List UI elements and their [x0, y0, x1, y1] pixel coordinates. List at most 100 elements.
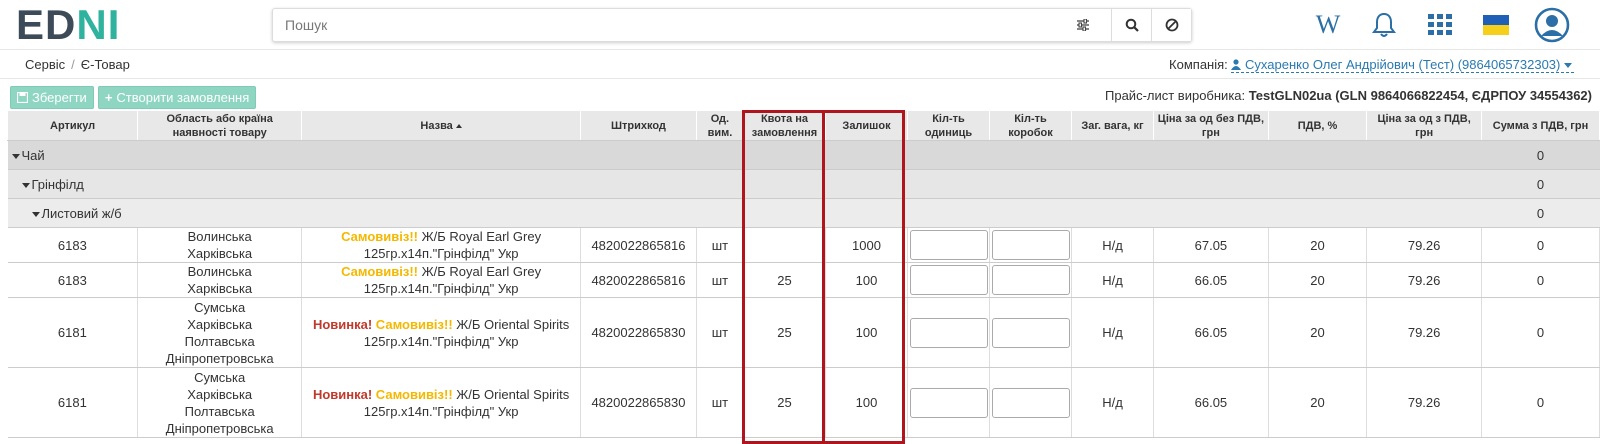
column-header-vat[interactable]: ПДВ, %	[1267, 110, 1368, 141]
tag-pickup: Самовивіз!!	[375, 386, 453, 402]
cell-weight: Н/д	[1071, 227, 1154, 263]
cell-sum-vat: 0	[1481, 262, 1600, 298]
wikipedia-button[interactable]: W	[1310, 7, 1346, 43]
cell-weight: Н/д	[1071, 297, 1154, 368]
cell-barcode: 4820022865816	[580, 227, 697, 263]
cell-quota	[743, 227, 826, 263]
group-row-subcategory[interactable]: Листовий ж/б 0	[7, 198, 1600, 228]
cell-unit-qty	[907, 297, 990, 368]
cell-price-vat: 79.26	[1366, 297, 1483, 368]
column-header-price-vat[interactable]: Ціна за од з ПДВ, грн	[1366, 110, 1483, 141]
filter-settings-button[interactable]	[1055, 9, 1111, 41]
unit-qty-input[interactable]	[910, 230, 988, 260]
product-name-line1: Самовивіз!! Ж/Б Royal Earl Grey	[304, 228, 578, 245]
breadcrumb-item-e-tovar[interactable]: Є-Товар	[81, 57, 130, 72]
pricelist-value: TestGLN02ua (GLN 9864066822454, ЄДРПОУ 3…	[1248, 88, 1592, 103]
top-header: EDNІ Пошук W	[0, 0, 1600, 50]
group-sum: 0	[1481, 169, 1600, 199]
save-button[interactable]: Зберегти	[10, 86, 94, 109]
search-input[interactable]	[273, 9, 1055, 41]
box-qty-input[interactable]	[992, 265, 1070, 295]
column-header-sum-vat[interactable]: Сумма з ПДВ, грн	[1481, 110, 1600, 141]
cell-price-vat: 79.26	[1366, 262, 1483, 298]
cell-vat: 20	[1268, 367, 1368, 438]
region-line: Харківська	[187, 386, 253, 402]
product-name-text: Ж/Б Royal Earl Grey	[417, 229, 542, 244]
column-header-weight[interactable]: Заг. вага, кг	[1071, 110, 1154, 141]
caret-down-icon	[11, 153, 20, 159]
unit-qty-input[interactable]	[910, 317, 988, 348]
tag-pickup: Самовивіз!!	[375, 316, 453, 332]
search-icon	[1125, 18, 1139, 32]
cell-unit-qty	[907, 367, 990, 438]
region-line: Харківська	[187, 316, 253, 332]
logo-text-left: ED	[16, 1, 77, 48]
cell-sum-vat: 0	[1481, 367, 1600, 438]
unit-qty-input[interactable]	[910, 265, 988, 295]
box-qty-input[interactable]	[992, 317, 1070, 348]
group-label: Чай	[21, 147, 45, 163]
region-line: Сумська	[194, 299, 246, 315]
cell-sku: 6183	[7, 262, 139, 298]
cell-region: Волинська Харківська	[137, 227, 303, 263]
column-header-quota[interactable]: Квота на замовлення	[743, 110, 826, 141]
cell-box-qty	[989, 367, 1072, 438]
cell-barcode: 4820022865830	[580, 297, 697, 368]
cell-price-no-vat: 66.05	[1153, 367, 1269, 438]
caret-down-icon	[31, 211, 40, 217]
product-name-line1: Новинка! Самовивіз!! Ж/Б Oriental Spirit…	[304, 316, 578, 333]
save-icon	[17, 92, 28, 103]
cell-vat: 20	[1268, 262, 1368, 298]
cell-box-qty	[989, 297, 1072, 368]
table-row: 6181 Сумська Харківська Полтавська Дніпр…	[7, 367, 1600, 438]
products-table: Артикул Область або країна наявності тов…	[6, 110, 1600, 438]
header-icon-bar: W	[1310, 6, 1570, 44]
table-row: 6181 Сумська Харківська Полтавська Дніпр…	[7, 297, 1600, 368]
cell-unit-qty	[907, 227, 990, 263]
column-header-stock[interactable]: Залишок	[825, 110, 908, 141]
column-header-box-qty[interactable]: Кіл-ть коробок	[989, 110, 1072, 141]
column-header-sku[interactable]: Артикул	[6, 110, 139, 141]
search-button[interactable]	[1111, 9, 1151, 41]
product-name-line1: Новинка! Самовивіз!! Ж/Б Oriental Spirit…	[304, 386, 578, 403]
box-qty-input[interactable]	[992, 387, 1070, 418]
create-order-button[interactable]: + Створити замовлення	[97, 86, 257, 109]
group-row-category[interactable]: Чай 0	[7, 140, 1600, 170]
cell-box-qty	[989, 227, 1072, 263]
cell-weight: Н/д	[1071, 262, 1154, 298]
action-toolbar: Зберегти + Створити замовлення	[10, 86, 257, 109]
breadcrumb-item-service[interactable]: Сервіс	[25, 57, 65, 72]
column-header-unit[interactable]: Од. вим.	[695, 110, 745, 141]
column-header-price-no-vat[interactable]: Ціна за од без ПДВ, грн	[1153, 110, 1269, 141]
cell-price-no-vat: 67.05	[1153, 227, 1269, 263]
apps-menu-button[interactable]	[1422, 7, 1458, 43]
company-dropdown[interactable]: Сухаренко Олег Андрійович (Тест) (986406…	[1231, 57, 1574, 73]
table-row: 6183 Волинська Харківська Самовивіз!! Ж/…	[7, 227, 1600, 263]
logo-text-right: NІ	[76, 1, 121, 48]
product-name-line2: 125гр.х14п."Грінфілд" Укр	[363, 333, 519, 349]
svg-text:W: W	[1316, 13, 1341, 37]
table-row: 6183 Волинська Харківська Самовивіз!! Ж/…	[7, 262, 1600, 298]
apps-grid-icon	[1428, 14, 1452, 35]
cell-sku: 6181	[7, 367, 139, 438]
search-bar	[272, 8, 1192, 42]
language-button[interactable]	[1478, 7, 1514, 43]
group-label-cell: Чай	[7, 140, 1483, 170]
company-selector: Компанія: Сухаренко Олег Андрійович (Тес…	[1169, 57, 1574, 73]
clear-icon	[1165, 18, 1178, 32]
breadcrumb: Сервіс / Є-Товар	[25, 57, 130, 72]
edin-logo[interactable]: EDNІ	[16, 4, 120, 46]
column-header-name[interactable]: Назва	[301, 110, 582, 141]
user-profile-button[interactable]	[1534, 7, 1570, 43]
clear-search-button[interactable]	[1151, 9, 1191, 41]
group-row-brand[interactable]: Грінфілд 0	[7, 169, 1600, 199]
column-header-region[interactable]: Область або країна наявності товару	[137, 110, 303, 141]
cell-unit: шт	[696, 367, 745, 438]
column-header-unit-qty[interactable]: Кіл-ть одиниць	[907, 110, 990, 141]
cell-barcode: 4820022865830	[580, 367, 697, 438]
notifications-button[interactable]	[1366, 7, 1402, 43]
unit-qty-input[interactable]	[910, 387, 988, 418]
company-label: Компанія:	[1169, 57, 1228, 72]
box-qty-input[interactable]	[992, 230, 1070, 260]
column-header-barcode[interactable]: Штрихкод	[580, 110, 697, 141]
